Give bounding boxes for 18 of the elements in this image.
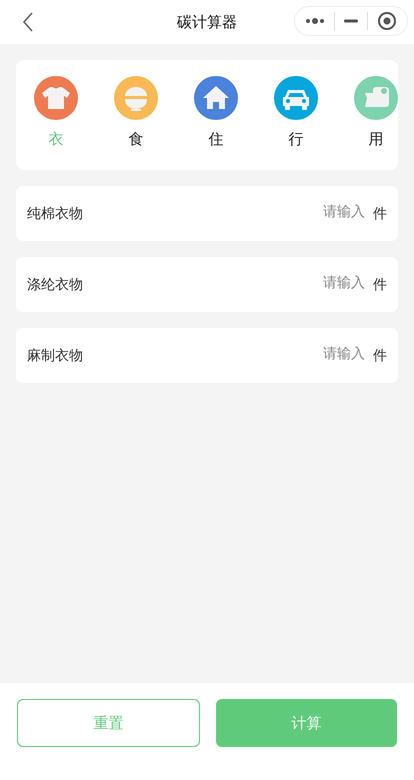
- category-tab[interactable]: 食: [96, 60, 176, 170]
- more-icon[interactable]: [305, 17, 326, 25]
- category-tab[interactable]: 用: [336, 60, 398, 170]
- back-icon[interactable]: [22, 12, 34, 32]
- field-label: 涤纶衣物: [27, 276, 84, 294]
- field-label: 麻制衣物: [27, 346, 84, 364]
- field-label: 纯棉衣物: [27, 204, 84, 222]
- input-field[interactable]: 请输入: [305, 346, 365, 362]
- unit-label: 件: [373, 204, 387, 222]
- close-icon[interactable]: [376, 11, 397, 31]
- category-tab[interactable]: 行: [256, 60, 336, 170]
- input-field[interactable]: 请输入: [305, 204, 365, 220]
- input-field[interactable]: 请输入: [305, 274, 365, 290]
- unit-label: 件: [373, 276, 387, 294]
- page-title: 碳计算器: [176, 12, 238, 32]
- minimize-icon[interactable]: [342, 19, 359, 23]
- unit-label: 件: [373, 346, 387, 364]
- category-tab[interactable]: 住: [176, 60, 256, 170]
